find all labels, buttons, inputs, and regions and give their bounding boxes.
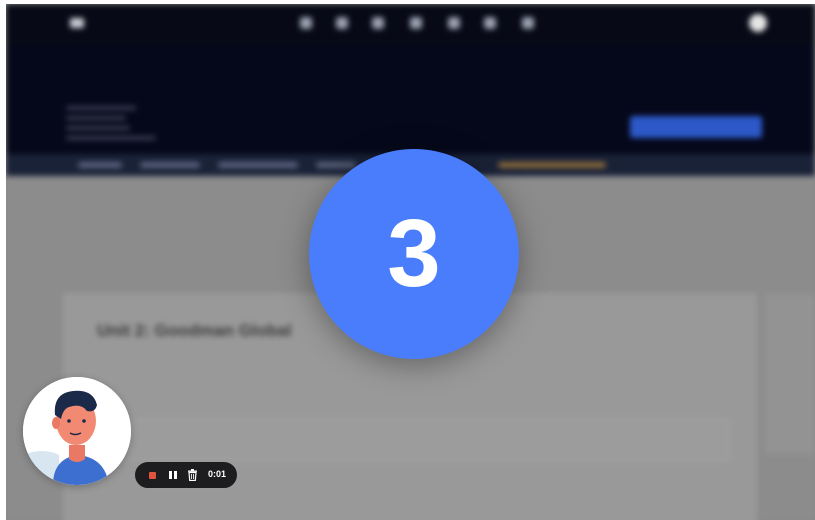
tab[interactable] — [316, 162, 356, 168]
toolbar-icon[interactable] — [484, 17, 496, 29]
stop-icon[interactable] — [149, 472, 156, 479]
primary-action-button[interactable] — [630, 116, 762, 138]
tab-active[interactable] — [498, 162, 606, 168]
toolbar-icon[interactable] — [372, 17, 384, 29]
tab[interactable] — [218, 162, 298, 168]
card-title: Unit 2: Goodman Global — [97, 321, 292, 340]
tab[interactable] — [78, 162, 122, 168]
webcam-bubble[interactable] — [23, 377, 131, 485]
user-avatar[interactable] — [749, 14, 767, 32]
page-header — [6, 44, 815, 154]
meta-line — [66, 136, 156, 140]
meta-line — [66, 126, 130, 130]
recording-controls: 0:01 — [134, 461, 238, 489]
recording-countdown: 3 — [309, 149, 519, 359]
avatar-illustration-icon — [23, 377, 131, 485]
meta-line — [66, 116, 126, 120]
elapsed-time: 0:01 — [208, 469, 227, 479]
text-field[interactable] — [97, 419, 729, 461]
side-panel — [765, 294, 815, 454]
toolbar-icon[interactable] — [300, 17, 312, 29]
meta-line — [66, 106, 136, 110]
pause-icon[interactable] — [168, 470, 178, 480]
trash-icon[interactable] — [187, 469, 198, 481]
toolbar-icon[interactable] — [336, 17, 348, 29]
toolbar-icon[interactable] — [448, 17, 460, 29]
top-navbar — [6, 4, 815, 45]
toolbar-icon[interactable] — [410, 17, 422, 29]
countdown-number: 3 — [387, 200, 441, 307]
menu-icon[interactable] — [70, 18, 84, 28]
toolbar-icon[interactable] — [522, 17, 534, 29]
tab[interactable] — [140, 162, 200, 168]
